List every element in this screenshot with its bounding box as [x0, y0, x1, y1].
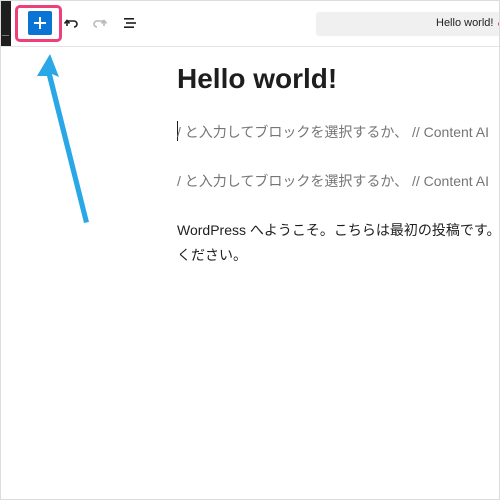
undo-icon — [63, 19, 78, 28]
site-logo[interactable] — [0, 0, 11, 46]
list-view-button[interactable] — [120, 13, 140, 33]
redo-button[interactable] — [90, 13, 110, 33]
document-bar-title: Hello world! — [436, 17, 494, 29]
empty-block-placeholder[interactable]: / と入力してブロックを選択するか、 // Content AI — [177, 122, 489, 142]
paragraph-block[interactable]: WordPress へようこそ。こちらは最初の投稿です。編 ください。 — [177, 218, 500, 268]
document-bar[interactable]: Hello world! — [316, 12, 500, 36]
block-inserter-button[interactable] — [28, 11, 52, 35]
plus-icon — [34, 17, 46, 29]
list-view-icon — [124, 18, 136, 28]
post-title[interactable]: Hello world! — [177, 63, 337, 95]
editor-toolbar: Hello world! — [0, 0, 500, 47]
undo-button[interactable] — [61, 13, 81, 33]
redo-icon — [93, 19, 108, 28]
paragraph-line: ください。 — [177, 247, 247, 263]
empty-block-placeholder[interactable]: / と入力してブロックを選択するか、 // Content AI — [177, 171, 489, 191]
paragraph-line: WordPress へようこそ。こちらは最初の投稿です。編 — [177, 222, 500, 238]
